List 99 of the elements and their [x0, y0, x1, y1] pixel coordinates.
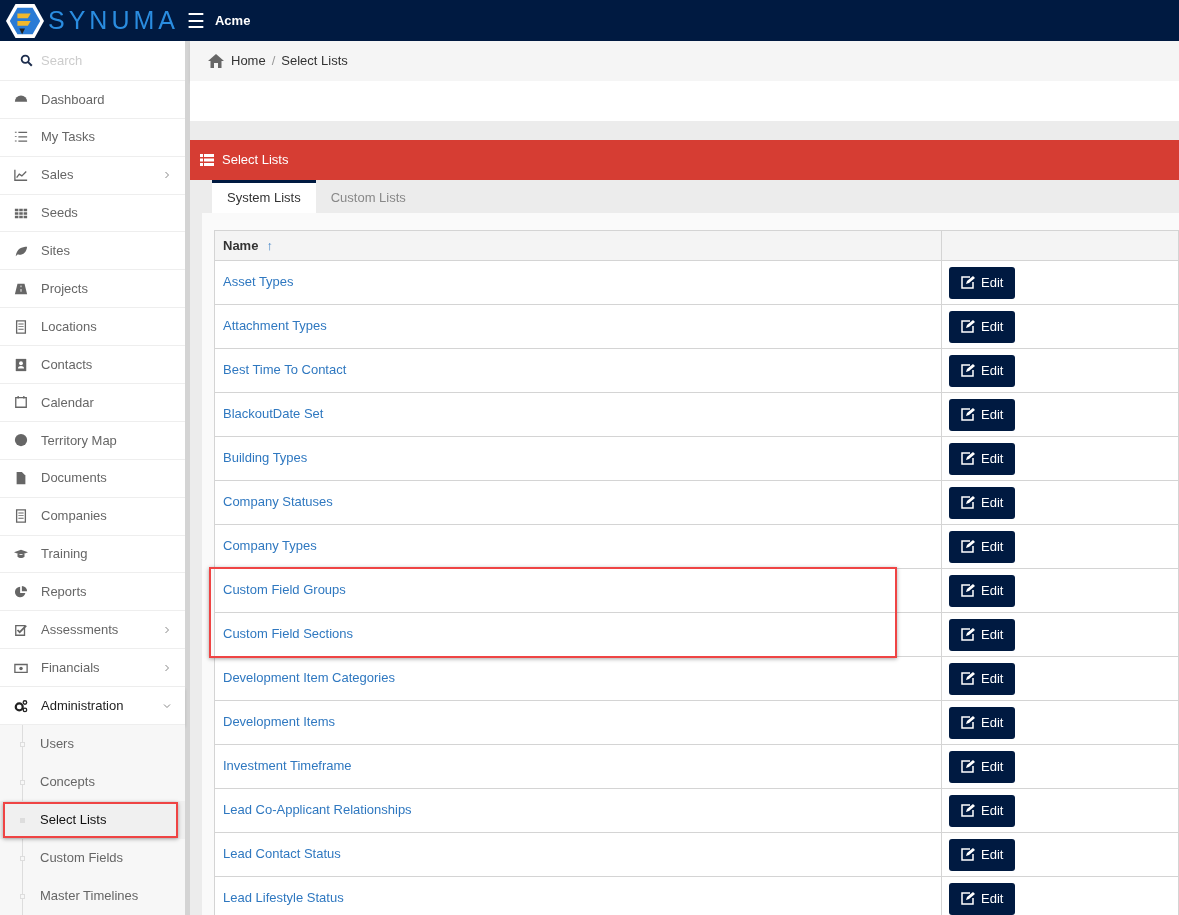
- edit-button[interactable]: Edit: [949, 882, 1016, 915]
- sidebar-item[interactable]: Financials: [0, 649, 185, 688]
- grid-icon: [14, 206, 28, 220]
- document-icon: [14, 471, 28, 486]
- edit-icon: [961, 452, 975, 465]
- edit-button[interactable]: Edit: [949, 266, 1016, 299]
- list-name-link[interactable]: Investment Timeframe: [223, 758, 352, 773]
- list-name-link[interactable]: Company Types: [223, 538, 317, 553]
- bullet-icon: [20, 780, 25, 786]
- tab[interactable]: System Lists: [212, 180, 316, 213]
- edit-button[interactable]: Edit: [949, 794, 1016, 827]
- breadcrumb-separator: /: [271, 52, 276, 71]
- edit-button[interactable]: Edit: [949, 486, 1016, 519]
- sidebar-item[interactable]: Contacts: [0, 346, 185, 384]
- submenu-item[interactable]: Users: [0, 725, 185, 764]
- sidebar-item[interactable]: Dashboard: [0, 80, 185, 119]
- pie-chart-icon: [14, 584, 28, 599]
- breadcrumb-current: Select Lists: [281, 52, 348, 71]
- bullet-icon: [20, 856, 25, 862]
- list-name-link[interactable]: Building Types: [223, 450, 308, 465]
- edit-icon: [961, 760, 975, 773]
- sort-arrow[interactable]: ↑: [266, 235, 273, 256]
- sidebar-item[interactable]: Locations: [0, 308, 185, 347]
- sidebar-item[interactable]: Reports: [0, 573, 185, 612]
- list-name-link[interactable]: Lead Contact Status: [223, 846, 341, 861]
- edit-button[interactable]: Edit: [949, 618, 1016, 651]
- edit-icon: [961, 408, 975, 421]
- edit-button[interactable]: Edit: [949, 662, 1016, 695]
- checkbox-icon: [14, 622, 28, 637]
- list-name-link[interactable]: Custom Field Groups: [223, 582, 346, 597]
- company-name: Acme: [214, 11, 251, 30]
- gears-icon: [14, 698, 28, 713]
- sidebar-item[interactable]: Companies: [0, 497, 185, 536]
- edit-button[interactable]: Edit: [949, 838, 1016, 871]
- sidebar-item[interactable]: Assessments: [0, 611, 185, 650]
- list-name-link[interactable]: Company Statuses: [223, 494, 333, 509]
- sidebar-item[interactable]: Documents: [0, 459, 185, 498]
- search-icon: [20, 53, 33, 67]
- edit-icon: [961, 540, 975, 553]
- sidebar-item[interactable]: My Tasks: [0, 118, 185, 157]
- edit-icon: [961, 276, 975, 289]
- edit-icon: [961, 716, 975, 729]
- submenu-item[interactable]: Select Lists: [0, 801, 185, 840]
- edit-button[interactable]: Edit: [949, 574, 1016, 607]
- chevron-icon: [163, 701, 171, 710]
- sidebar-item[interactable]: Territory Map: [0, 421, 185, 460]
- bullet-icon: [20, 894, 25, 900]
- edit-icon: [961, 672, 975, 685]
- edit-icon: [961, 628, 975, 641]
- list-name-link[interactable]: Development Items: [223, 714, 335, 729]
- tab[interactable]: Custom Lists: [315, 180, 421, 213]
- edit-button[interactable]: Edit: [949, 750, 1016, 783]
- panel-header: Select Lists: [190, 140, 1179, 180]
- edit-button[interactable]: Edit: [949, 310, 1016, 343]
- edit-button[interactable]: Edit: [949, 530, 1016, 563]
- breadcrumb-link[interactable]: Home: [231, 51, 266, 71]
- graduation-cap-icon: [14, 547, 28, 561]
- edit-icon: [961, 584, 975, 597]
- logo-icon: [6, 1, 44, 40]
- edit-icon: [961, 320, 975, 333]
- submenu-item[interactable]: Master Timelines: [0, 877, 185, 915]
- list-icon: [200, 154, 214, 166]
- submenu-item[interactable]: Custom Fields: [0, 839, 185, 878]
- sidebar-item[interactable]: Projects: [0, 270, 185, 309]
- brand-name: SYNUMA: [48, 4, 179, 36]
- sidebar-item[interactable]: Training: [0, 535, 185, 574]
- bullet-icon: [20, 742, 25, 748]
- list-name-link[interactable]: Lead Lifestyle Status: [223, 890, 344, 905]
- contact-card-icon: [14, 357, 28, 372]
- list-name-link[interactable]: Lead Co-Applicant Relationships: [223, 802, 412, 817]
- sidebar-item[interactable]: Sites: [0, 232, 185, 271]
- sidebar-item[interactable]: Calendar: [0, 384, 185, 422]
- home-icon: [207, 53, 225, 69]
- edit-icon: [961, 804, 975, 817]
- calendar-icon: [14, 395, 28, 410]
- numbered-list-icon: [14, 130, 28, 145]
- road-icon: [14, 281, 28, 296]
- edit-button[interactable]: Edit: [949, 442, 1016, 475]
- chevron-icon: [163, 171, 171, 180]
- list-name-link[interactable]: Attachment Types: [223, 318, 327, 333]
- menu-button[interactable]: ☰: [186, 10, 205, 31]
- chevron-icon: [163, 663, 171, 672]
- list-name-link[interactable]: Best Time To Contact: [223, 362, 347, 377]
- sidebar-item[interactable]: Seeds: [0, 194, 185, 233]
- edit-button[interactable]: Edit: [949, 398, 1016, 431]
- sidebar-item[interactable]: Sales: [0, 156, 185, 195]
- edit-icon: [961, 892, 975, 905]
- edit-icon: [961, 496, 975, 509]
- list-name-link[interactable]: Asset Types: [223, 274, 294, 289]
- chevron-icon: [163, 625, 171, 634]
- edit-icon: [961, 364, 975, 377]
- edit-button[interactable]: Edit: [949, 354, 1016, 387]
- edit-button[interactable]: Edit: [949, 706, 1016, 739]
- list-name-link[interactable]: Development Item Categories: [223, 670, 395, 685]
- submenu-item[interactable]: Concepts: [0, 763, 185, 802]
- list-name-link[interactable]: Custom Field Sections: [223, 626, 354, 641]
- edit-icon: [961, 848, 975, 861]
- line-chart-icon: [14, 168, 28, 183]
- list-name-link[interactable]: BlackoutDate Set: [223, 406, 324, 421]
